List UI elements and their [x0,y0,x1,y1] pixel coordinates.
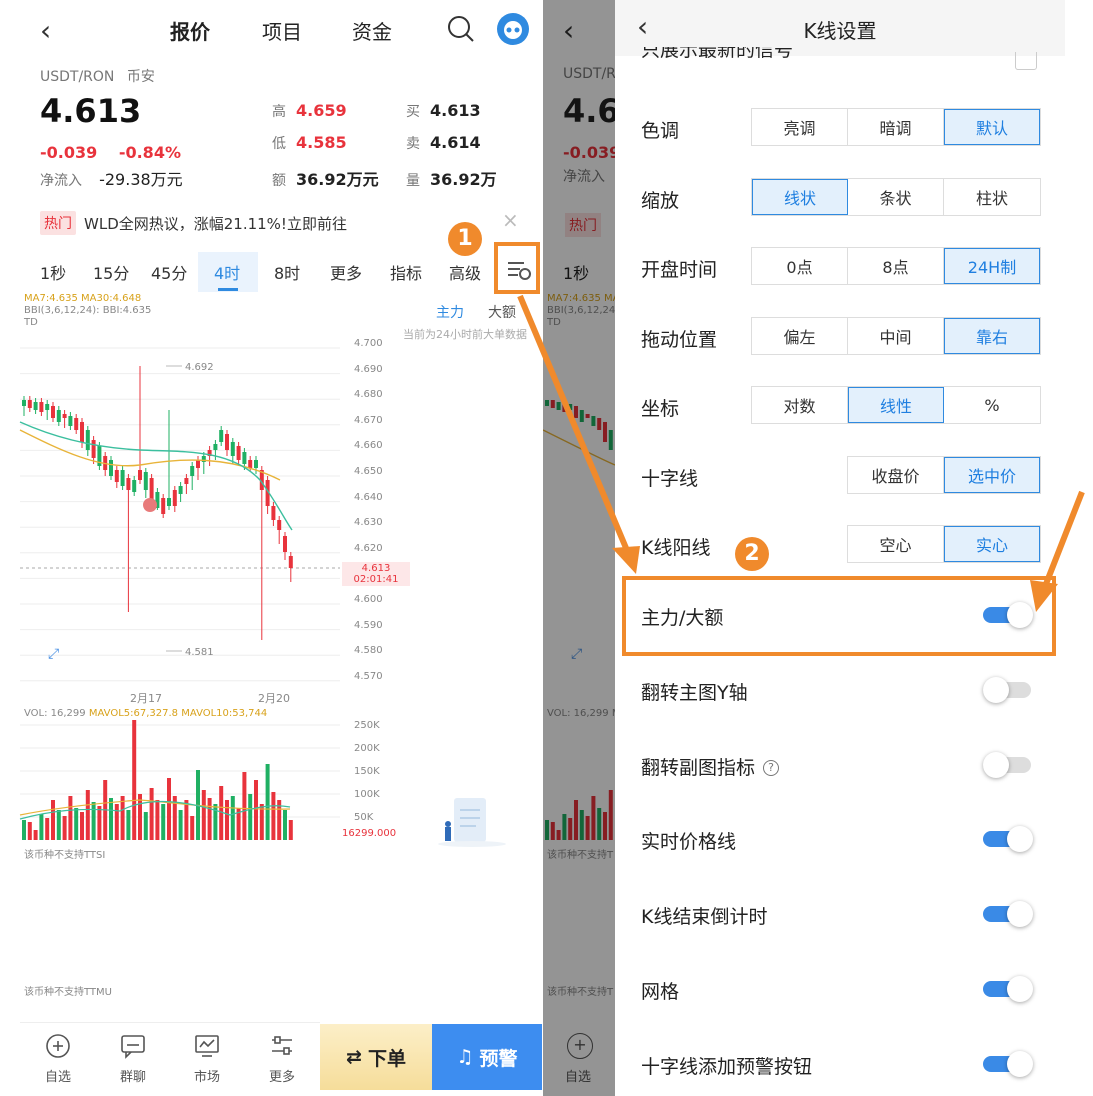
annotation-arrows [517,294,1085,612]
